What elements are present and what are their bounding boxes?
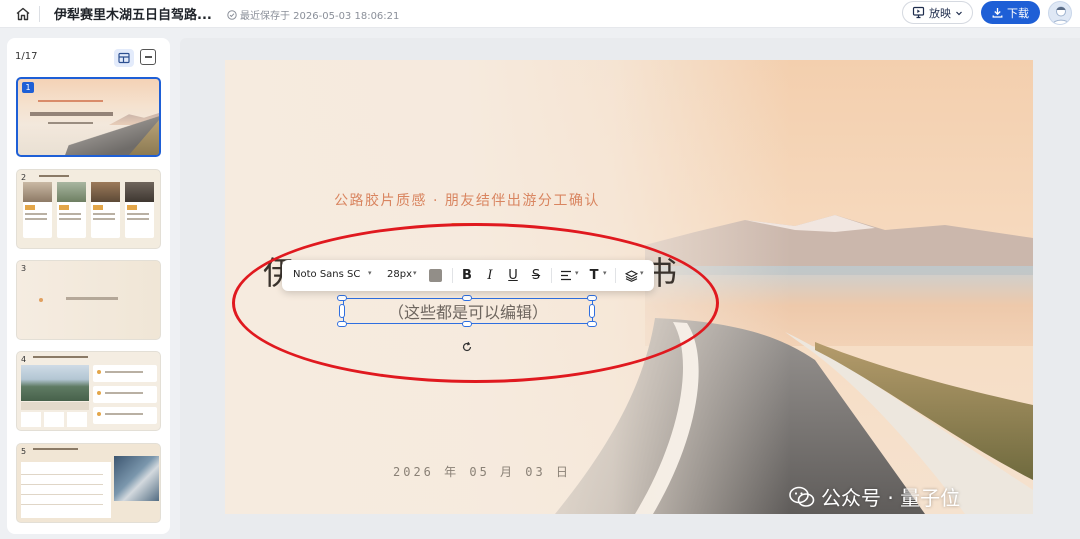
caret-down-icon[interactable]: ▾: [640, 269, 644, 277]
resize-handle-bottom-right[interactable]: [587, 321, 597, 327]
resize-handle-right[interactable]: [589, 304, 595, 318]
save-status: 最近保存于 2026-05-03 18:06:21: [227, 7, 399, 22]
resize-handle-bottom-left[interactable]: [337, 321, 347, 327]
slide-thumbnail-4[interactable]: 4: [16, 351, 161, 431]
thumbnail-number: 3: [21, 264, 27, 273]
caret-down-icon[interactable]: ▾: [575, 269, 579, 277]
thumbnail-number: 2: [21, 173, 27, 182]
text-color-swatch[interactable]: [429, 269, 442, 282]
divider: [39, 6, 40, 22]
thumbnail-number: 1: [22, 82, 34, 93]
resize-handle-top[interactable]: [462, 295, 472, 301]
top-bar: 伊犁赛里木湖五日自驾路... 最近保存于 2026-05-03 18:06:21…: [0, 0, 1080, 28]
wechat-icon: [789, 486, 815, 507]
font-size-select[interactable]: 28px: [387, 269, 412, 280]
thumbnail-number: 5: [21, 447, 27, 456]
text-style-button[interactable]: T: [585, 266, 603, 285]
toolbar-divider: [452, 268, 453, 283]
collapse-icon[interactable]: [140, 49, 156, 65]
resize-handle-bottom[interactable]: [462, 321, 472, 327]
caret-down-icon[interactable]: ▾: [368, 269, 372, 277]
slide-thumbnail-1[interactable]: 1: [16, 77, 161, 157]
caret-down-icon[interactable]: ▾: [603, 269, 607, 277]
thumbnail-number: 4: [21, 355, 27, 364]
rotate-handle-icon[interactable]: [460, 340, 474, 354]
accent-bar: [451, 223, 483, 226]
font-family-select[interactable]: Noto Sans SC: [293, 269, 360, 280]
underline-button[interactable]: U: [504, 266, 522, 285]
avatar[interactable]: [1048, 1, 1072, 25]
present-button[interactable]: 放映: [902, 1, 973, 24]
caret-down-icon[interactable]: ▾: [413, 269, 417, 277]
slide-thumbnail-3[interactable]: 3: [16, 260, 161, 340]
slide-thumbnail-2[interactable]: 2: [16, 169, 161, 249]
check-circle-icon: [227, 9, 237, 20]
slide-thumbnail-panel: 1/17 1 2 3 4 5: [7, 38, 170, 534]
watermark: 公众号 · 量子位: [789, 482, 960, 511]
download-icon: [992, 8, 1003, 18]
page-count: 1/17: [15, 51, 38, 62]
align-icon[interactable]: [557, 266, 575, 285]
present-icon: [912, 6, 925, 19]
save-status-text: 最近保存于 2026-05-03 18:06:21: [240, 11, 400, 22]
toolbar-divider: [615, 268, 616, 283]
layers-icon[interactable]: [622, 266, 640, 285]
grid-view-icon[interactable]: [114, 49, 134, 67]
resize-handle-top-left[interactable]: [337, 295, 347, 301]
resize-handle-top-right[interactable]: [587, 295, 597, 301]
resize-handle-left[interactable]: [339, 304, 345, 318]
slide-subtitle[interactable]: 公路胶片质感 · 朋友结伴出游分工确认: [225, 190, 709, 210]
strikethrough-button[interactable]: S: [527, 266, 545, 285]
slide-thumbnail-5[interactable]: 5: [16, 443, 161, 523]
toolbar-divider: [551, 268, 552, 283]
chevron-down-icon: [956, 11, 962, 15]
download-button[interactable]: 下载: [981, 1, 1040, 24]
text-format-toolbar: Noto Sans SC ▾ 28px ▾ B I U S ▾ T ▾ ▾: [282, 260, 654, 291]
watermark-text: 公众号 · 量子位: [821, 486, 961, 510]
present-label: 放映: [929, 6, 951, 20]
download-label: 下载: [1007, 6, 1029, 20]
bold-button[interactable]: B: [458, 266, 476, 285]
slide-date[interactable]: 2026 年 05 月 03 日: [393, 463, 571, 480]
document-title[interactable]: 伊犁赛里木湖五日自驾路...: [54, 4, 212, 23]
italic-button[interactable]: I: [481, 266, 499, 285]
home-icon[interactable]: [12, 3, 34, 25]
